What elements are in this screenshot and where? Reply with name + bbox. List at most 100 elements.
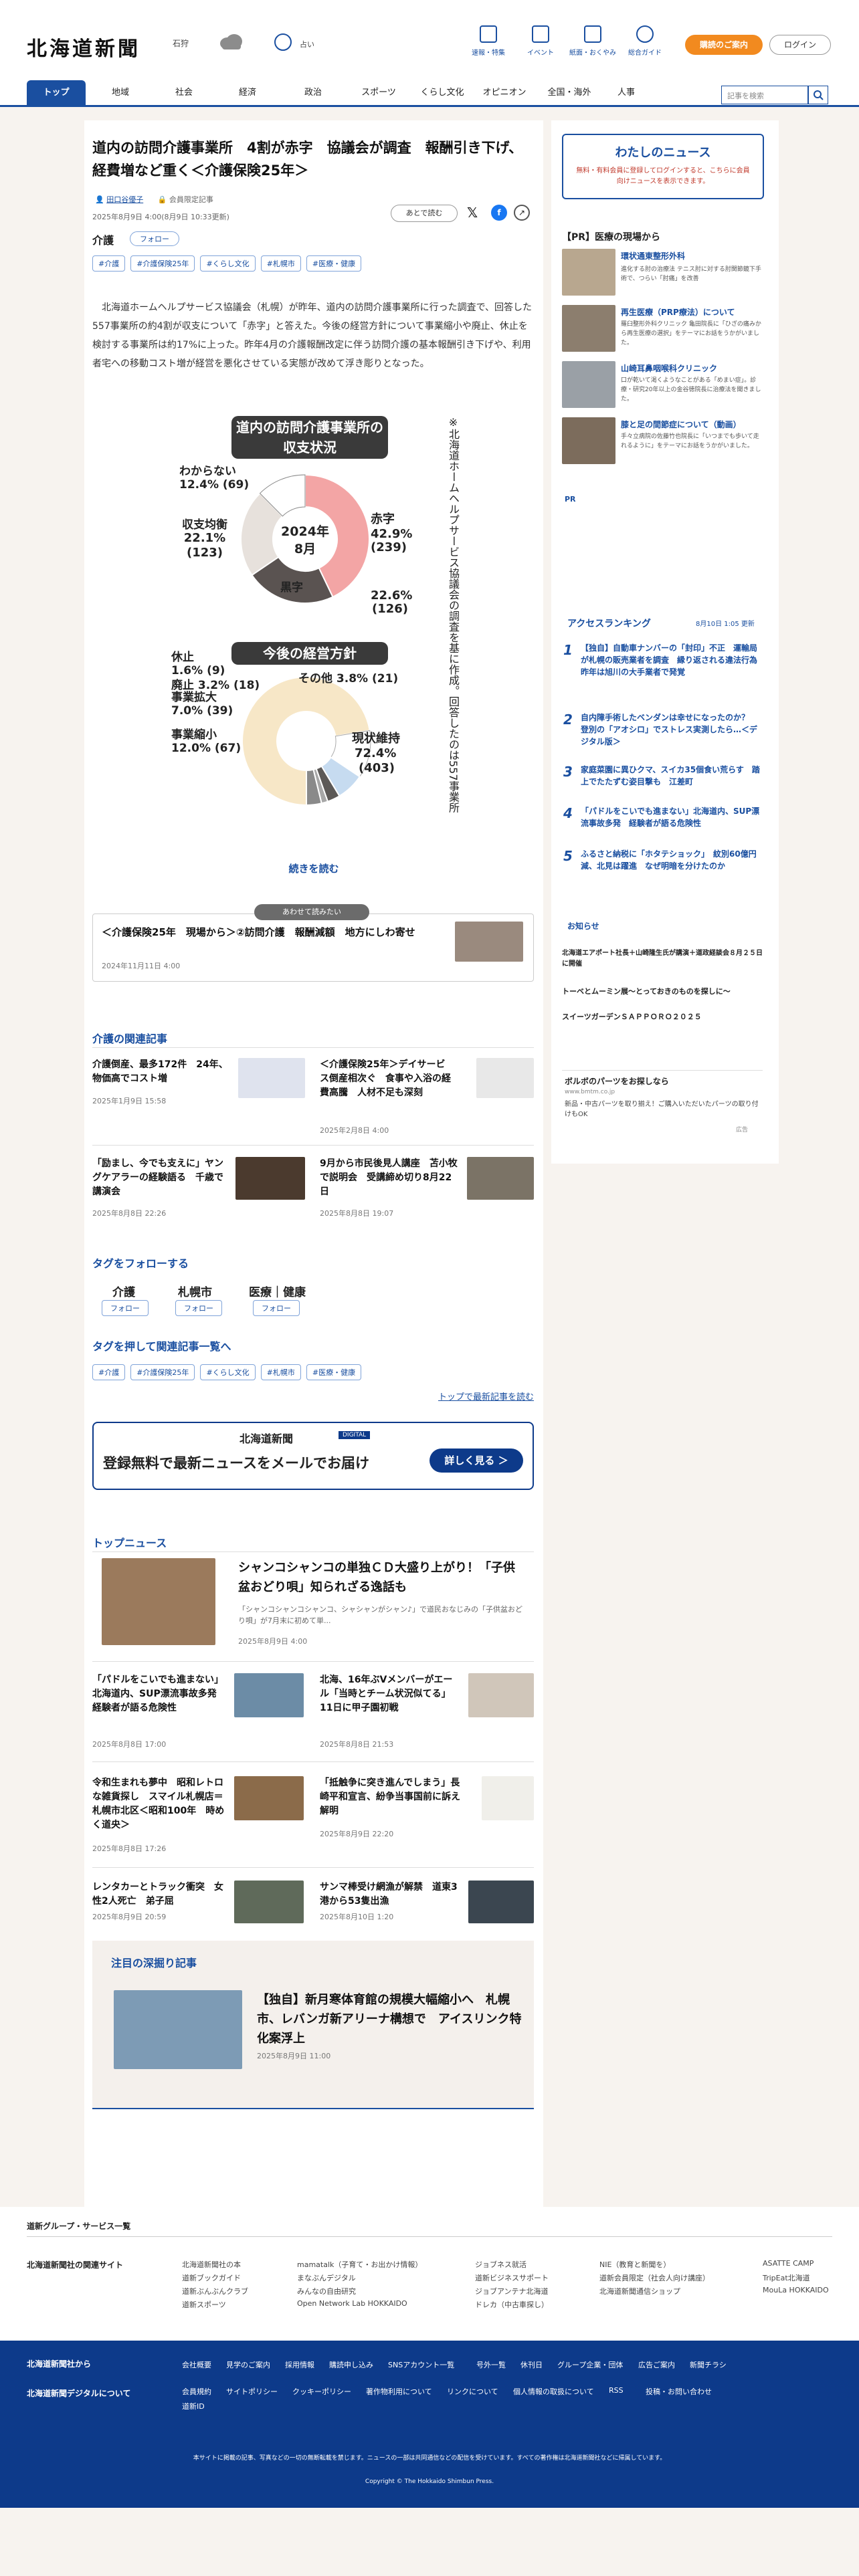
footer-blue-link[interactable]: 広告ご案内 — [638, 2359, 675, 2370]
footer-blue-link[interactable]: 会社概要 — [182, 2359, 211, 2370]
group-services-link[interactable]: 道新グループ・サービス一覧 — [27, 2220, 130, 2232]
rank-title-3[interactable]: 家庭菜園に異ひクマ、スイカ35個食い荒らす 踏上でたたずむ姿目撃も 江差町 — [581, 764, 761, 788]
footer-link[interactable]: 道新ぶんぶんクラブ — [182, 2286, 248, 2296]
tag-chip[interactable]: #医療・健康 — [306, 1364, 362, 1380]
footer-link[interactable]: ASATTE CAMP — [763, 2259, 814, 2268]
facebook-share-icon[interactable]: f — [491, 205, 507, 221]
news-thumbnail-2[interactable] — [468, 1673, 534, 1717]
news-thumbnail-3[interactable] — [234, 1776, 304, 1820]
pr-title-1[interactable]: 環状通東整形外科 — [621, 250, 685, 261]
footer-blue-link[interactable]: 個人情報の取扱について — [513, 2386, 594, 2397]
footer-blue-link[interactable]: グループ企業・団体 — [557, 2359, 623, 2370]
tag-chip[interactable]: #介護 — [92, 255, 126, 272]
deep-dive-image[interactable] — [114, 1990, 242, 2069]
events-link[interactable]: イベント — [514, 25, 567, 57]
follow-button[interactable]: フォロー — [253, 1300, 300, 1316]
nav-life[interactable]: くらし文化 — [412, 80, 472, 105]
footer-blue-link[interactable]: 購読申し込み — [329, 2359, 373, 2370]
ranking-heading[interactable]: アクセスランキング — [567, 617, 651, 630]
fortune-label[interactable]: 占い — [300, 39, 314, 49]
pr-thumbnail-1[interactable] — [562, 249, 615, 296]
related-thumbnail-2[interactable] — [476, 1058, 534, 1098]
news-title-4[interactable]: 「抵触争に突き進んでしまう」長崎平和宣言、紛争当事国前に訴え解明 — [320, 1776, 460, 1818]
tag-chip[interactable]: #くらし文化 — [200, 255, 256, 272]
footer-link[interactable]: ドレカ（中古車探し） — [475, 2299, 549, 2310]
nav-economy[interactable]: 経済 — [221, 80, 274, 105]
notice-item-1[interactable]: 北海道エアポート社長＋山崎隆生氏が講演＋道政経談会８月２５日に開催 — [562, 948, 763, 970]
deep-dive-heading[interactable]: 注目の深掘り記事 — [111, 1954, 197, 1970]
pr-thumbnail-2[interactable] — [562, 305, 615, 352]
read-more-link[interactable]: 続きを読む — [84, 861, 543, 875]
my-news-text[interactable]: 無料・有料会員に登録してログインすると、こちらに会員向けニュースを表示できます。 — [575, 166, 751, 187]
lead-news-title[interactable]: シャンコシャンコの単独ＣＤ大盛り上がり！「子供盆おどり唄」知られざる逸話も — [238, 1558, 519, 1597]
banner-details-button[interactable]: 詳しく見る ＞ — [430, 1448, 523, 1473]
related-title-3[interactable]: 「励まし、今でも支えに」ヤングケアラーの経験語る 千歳で講演会 — [92, 1157, 226, 1199]
footer-link[interactable]: NIE（教育と新聞を） — [599, 2259, 670, 2270]
weather-city[interactable]: 石狩 — [173, 37, 189, 49]
site-logo[interactable]: 北海道新聞 — [27, 32, 140, 62]
footer-blue-link[interactable]: サイトポリシー — [226, 2386, 278, 2397]
news-title-2[interactable]: 北海、16年ぶVメンバーがエール「当時とチーム状況似てる」 11日に甲子園初戦 — [320, 1673, 460, 1715]
footer-link[interactable]: MouLa HOKKAIDO — [763, 2286, 829, 2294]
footer-blue-link[interactable]: クッキーポリシー — [292, 2386, 351, 2397]
nav-top[interactable]: トップ — [27, 80, 86, 105]
nav-society[interactable]: 社会 — [157, 80, 211, 105]
news-thumbnail-6[interactable] — [468, 1881, 534, 1923]
link-share-icon[interactable]: ↗ — [514, 205, 530, 221]
related-title-2[interactable]: ＜介護保険25年＞デイサービス倒産相次ぐ 食事や入浴の経費高騰 人材不足も深刻 — [320, 1058, 454, 1100]
footer-link[interactable]: 道新ビジネスサポート — [475, 2272, 549, 2283]
footer-blue-link[interactable]: 会員規約 — [182, 2386, 211, 2397]
footer-link[interactable]: みんなの自由研究 — [297, 2286, 356, 2296]
notice-item-3[interactable]: スイーツガーデンＳＡＰＰＯＲＯ２０２５ — [562, 1011, 763, 1022]
footer-link[interactable]: 道新スポーツ — [182, 2299, 226, 2310]
footer-link[interactable]: 道新会員限定（社会人向け講座） — [599, 2272, 710, 2283]
nav-opinion[interactable]: オピニオン — [476, 80, 533, 105]
x-share-icon[interactable]: 𝕏 — [467, 205, 478, 221]
rank-title-2[interactable]: 自内障手術したベンダンは幸せになったのか？ 登別の「アオシロ」でストレス実測した… — [581, 712, 761, 748]
related-thumbnail-1[interactable] — [238, 1058, 305, 1098]
footer-link[interactable]: 道新ブックガイド — [182, 2272, 241, 2283]
news-title-6[interactable]: サンマ棒受け網漁が解禁 道東3港から53隻出漁 — [320, 1881, 460, 1909]
pr-thumbnail-3[interactable] — [562, 361, 615, 408]
news-title-3[interactable]: 令和生まれも夢中 昭和レトロな雑貨探し スマイル札幌店＝札幌市北区＜昭和100年… — [92, 1776, 226, 1832]
footer-link[interactable]: mamatalk（子育て・お出かけ情報） — [297, 2259, 422, 2270]
news-thumbnail-5[interactable] — [234, 1881, 304, 1923]
read-later-button[interactable]: あとで読む — [391, 205, 458, 222]
news-title-5[interactable]: レンタカーとトラック衝突 女性2人死亡 弟子屈 — [92, 1881, 226, 1909]
back-to-top-link[interactable]: トップで最新記事を読む — [375, 1390, 534, 1402]
pr-title-3[interactable]: 山崎耳鼻咽喉科クリニック — [621, 362, 717, 374]
recommend-thumbnail[interactable] — [455, 922, 523, 962]
related-title-4[interactable]: 9月から市民後見人講座 苫小牧で説明会 受講締め切り8月22日 — [320, 1157, 460, 1199]
nav-region[interactable]: 地域 — [94, 80, 147, 105]
news-title-1[interactable]: 「パドルをこいでも進まない」北海道内、SUP漂流事故多発 経験者が語る危険性 — [92, 1673, 226, 1715]
nav-personnel[interactable]: 人事 — [606, 80, 646, 105]
tag-chip[interactable]: #介護保険25年 — [130, 1364, 195, 1380]
footer-blue-link[interactable]: 投稿・お問い合わせ — [646, 2386, 712, 2397]
fortune-icon[interactable] — [274, 33, 292, 51]
related-thumbnail-3[interactable] — [235, 1157, 305, 1200]
footer-blue-link[interactable]: リンクについて — [447, 2386, 498, 2397]
footer-blue-link[interactable]: 著作物利用について — [366, 2386, 432, 2397]
follow-tag-button[interactable]: フォロー — [130, 231, 179, 246]
tag-chip[interactable]: #医療・健康 — [306, 255, 362, 272]
pr-title-4[interactable]: 膝と足の間節症について（動画） — [621, 419, 741, 430]
newspaper-link[interactable]: 紙面・おくやみ — [566, 25, 619, 57]
news-thumbnail-1[interactable] — [234, 1673, 304, 1717]
footer-blue-link[interactable]: 採用情報 — [285, 2359, 314, 2370]
tag-chip[interactable]: #介護保険25年 — [130, 255, 195, 272]
subscribe-button[interactable]: 購読のご案内 — [685, 35, 763, 55]
rank-title-1[interactable]: 【独自】自動車ナンバーの「封印」不正 運輸局が札幌の販売業者を調査 縁り返される… — [581, 642, 765, 678]
deep-dive-title[interactable]: 【独自】新月寒体育館の規模大幅縮小へ 札幌市、レバンガ新アリーナ構想で アイスリ… — [257, 1990, 522, 2048]
tag-chip[interactable]: #くらし文化 — [200, 1364, 256, 1380]
footer-blue-link[interactable]: SNSアカウント一覧 — [388, 2359, 454, 2370]
author-link[interactable]: 田口谷優子 — [106, 195, 143, 204]
nav-world[interactable]: 全国・海外 — [539, 80, 599, 105]
pr-thumbnail-4[interactable] — [562, 417, 615, 464]
footer-link[interactable]: まなぶんデジタル — [297, 2272, 356, 2283]
tag-chip[interactable]: #札幌市 — [260, 255, 301, 272]
breaking-news-link[interactable]: 速報・特集 — [462, 25, 515, 57]
guide-link[interactable]: 総合ガイド — [618, 25, 672, 57]
notice-heading[interactable]: お知らせ — [567, 920, 599, 932]
footer-link[interactable]: 北海道新聞通信ショップ — [599, 2286, 680, 2296]
nav-sports[interactable]: スポーツ — [352, 80, 405, 105]
